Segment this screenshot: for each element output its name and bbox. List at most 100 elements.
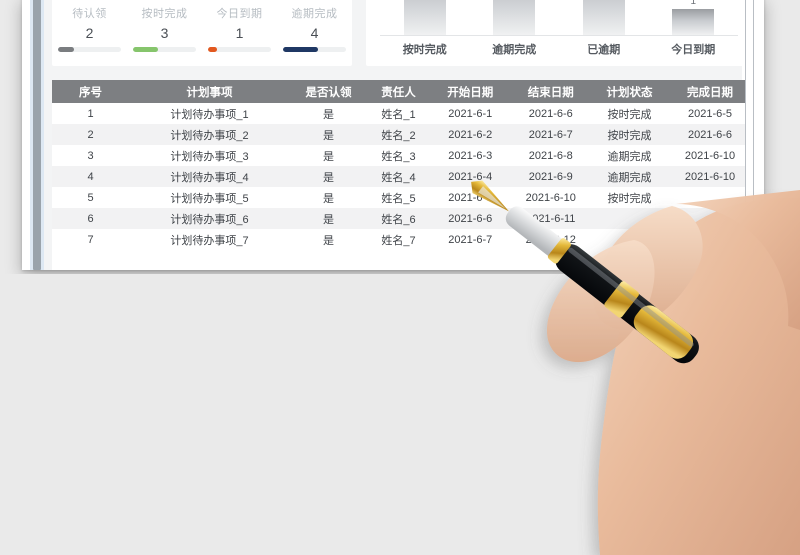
stat-progress-fill	[58, 47, 75, 52]
table-cell-2: 是	[290, 208, 367, 229]
stats-grid: 待认领 2 按时完成 3 今日到期 1 逾期完成 4	[52, 5, 352, 52]
table-header-row: 序号 计划事项 是否认领 责任人 开始日期 结束日期 计划状态 完成日期	[52, 80, 752, 103]
chart-x-axis: 按时完成 逾期完成 已逾期 今日到期	[380, 38, 738, 60]
table-cell-1: 计划待办事项_5	[129, 187, 290, 208]
table-row[interactable]: 4 计划待办事项_4 是姓名_4 2021-6-4 2021-6-9 逾期完成 2021-6…	[52, 166, 752, 187]
stat-progress-track	[283, 47, 346, 52]
bar-slot[interactable]	[475, 0, 554, 35]
stat-item-overdue-complete[interactable]: 逾期完成 4	[277, 5, 352, 52]
table-cell-2: 是	[290, 103, 367, 124]
table-cell-6: 按时完成	[591, 103, 668, 124]
table-cell-4: 2021-6-4	[430, 166, 511, 187]
bar-value-label: 1	[690, 0, 697, 7]
column-header-owner[interactable]: 责任人	[367, 80, 430, 103]
table-row[interactable]: 3 计划待办事项_3 是姓名_3 2021-6-3 2021-6-8 逾期完成 2021-6…	[52, 145, 752, 166]
table-cell-3: 姓名_6	[367, 208, 430, 229]
column-header-start[interactable]: 开始日期	[430, 80, 511, 103]
bar-slot[interactable]	[564, 0, 643, 35]
stat-progress-fill	[283, 47, 319, 52]
table-cell-1: 计划待办事项_6	[129, 208, 290, 229]
table-cell-6: 按时完成	[591, 187, 668, 208]
x-tick-label: 今日到期	[671, 44, 716, 56]
x-tick-label: 已逾期	[587, 44, 621, 56]
stat-value: 3	[160, 25, 169, 41]
stat-progress-track	[208, 47, 271, 52]
table-cell-5: 2021-6-7	[510, 124, 591, 145]
stat-progress-track	[58, 47, 121, 52]
table-cell-4: 2021-6-3	[430, 145, 511, 166]
table-cell-5: 2021-6-6	[510, 103, 591, 124]
table-cell-1: 计划待办事项_1	[129, 103, 290, 124]
table-cell-4: 2021-6-6	[430, 208, 511, 229]
stat-item-pending-claim[interactable]: 待认领 2	[52, 5, 127, 52]
table-cell-5: 2021-6-11	[510, 208, 591, 229]
table-cell-4: 2021-6-5	[430, 187, 511, 208]
table-cell-3: 姓名_5	[367, 187, 430, 208]
table-cell-2: 是	[290, 124, 367, 145]
table-cell-5: 2021-6-9	[510, 166, 591, 187]
chart-bar[interactable]	[403, 0, 446, 35]
chart-bar[interactable]	[672, 8, 715, 35]
stat-label: 待认领	[72, 8, 107, 20]
desk-background	[0, 274, 800, 555]
table-cell-6: 逾期完成	[591, 166, 668, 187]
table-row[interactable]: 2 计划待办事项_2 是姓名_2 2021-6-2 2021-6-7 按时完成 2021-6…	[52, 124, 752, 145]
table-cell-0: 2	[52, 124, 129, 145]
table-cell-5: 2021-6-12	[510, 229, 591, 250]
table-row[interactable]: 5 计划待办事项_5 是姓名_5 2021-6-5 2021-6-10 按时完成	[52, 187, 752, 208]
table-cell-7: 2021-6-6	[668, 124, 752, 145]
table-cell-0: 6	[52, 208, 129, 229]
vertical-scrollbar-left[interactable]	[30, 0, 44, 270]
stat-progress-fill	[208, 47, 217, 52]
table-cell-1: 计划待办事项_4	[129, 166, 290, 187]
table-cell-3: 姓名_7	[367, 229, 430, 250]
table-cell-3: 姓名_1	[367, 103, 430, 124]
table-cell-0: 4	[52, 166, 129, 187]
table-cell-3: 姓名_3	[367, 145, 430, 166]
column-header-done[interactable]: 完成日期	[668, 80, 752, 103]
stat-value: 2	[85, 25, 94, 41]
table-cell-2: 是	[290, 166, 367, 187]
column-header-end[interactable]: 结束日期	[510, 80, 591, 103]
table-body: 1 计划待办事项_1 是姓名_1 2021-6-1 2021-6-6 按时完成 2021-6…	[52, 103, 752, 250]
stat-label: 按时完成	[141, 8, 188, 20]
chart-plot-area: 1	[380, 0, 738, 36]
chart-bar[interactable]	[582, 0, 625, 35]
table-cell-6: 逾期完成	[591, 145, 668, 166]
table-cell-1: 计划待办事项_2	[129, 124, 290, 145]
table-cell-1: 计划待办事项_7	[129, 229, 290, 250]
stat-value: 1	[235, 25, 244, 41]
status-bar-chart-card: 1 按时完成 逾期完成 已逾期 今日到期	[366, 0, 752, 66]
stat-progress-fill	[133, 47, 159, 52]
table-cell-7	[668, 229, 752, 250]
table-row[interactable]: 6 计划待办事项_6 是姓名_6 2021-6-6 2021-6-11	[52, 208, 752, 229]
table-cell-0: 7	[52, 229, 129, 250]
app-canvas: 待认领 2 按时完成 3 今日到期 1 逾期完成 4 1 按时完成 逾期完成 已…	[22, 0, 764, 270]
table-cell-5: 2021-6-10	[510, 187, 591, 208]
chart-bar[interactable]	[493, 0, 536, 35]
table-cell-2: 是	[290, 145, 367, 166]
dashboard-top-row: 待认领 2 按时完成 3 今日到期 1 逾期完成 4 1 按时完成 逾期完成 已…	[52, 0, 752, 66]
stats-card: 待认领 2 按时完成 3 今日到期 1 逾期完成 4	[52, 0, 352, 66]
table-cell-6	[591, 208, 668, 229]
x-tick-label: 逾期完成	[492, 44, 537, 56]
column-header-index[interactable]: 序号	[52, 80, 129, 103]
column-header-item[interactable]: 计划事项	[129, 80, 290, 103]
stat-item-due-today[interactable]: 今日到期 1	[202, 5, 277, 52]
plan-table: 序号 计划事项 是否认领 责任人 开始日期 结束日期 计划状态 完成日期 1 计划…	[52, 80, 752, 250]
column-header-status[interactable]: 计划状态	[591, 80, 668, 103]
table-header: 序号 计划事项 是否认领 责任人 开始日期 结束日期 计划状态 完成日期	[52, 80, 752, 103]
stat-progress-track	[133, 47, 196, 52]
table-cell-0: 1	[52, 103, 129, 124]
scrollbar-thumb[interactable]	[33, 0, 41, 270]
stat-item-on-time-complete[interactable]: 按时完成 3	[127, 5, 202, 52]
bar-slot[interactable]: 1	[654, 0, 733, 35]
bar-slot[interactable]	[385, 0, 464, 35]
screenshot-stage: 待认领 2 按时完成 3 今日到期 1 逾期完成 4 1 按时完成 逾期完成 已…	[0, 0, 800, 555]
column-header-claimed[interactable]: 是否认领	[290, 80, 367, 103]
table-cell-7: 2021-6-10	[668, 145, 752, 166]
table-row[interactable]: 7 计划待办事项_7 是姓名_7 2021-6-7 2021-6-12	[52, 229, 752, 250]
table-row[interactable]: 1 计划待办事项_1 是姓名_1 2021-6-1 2021-6-6 按时完成 2021-6…	[52, 103, 752, 124]
table-cell-4: 2021-6-2	[430, 124, 511, 145]
table-cell-2: 是	[290, 229, 367, 250]
